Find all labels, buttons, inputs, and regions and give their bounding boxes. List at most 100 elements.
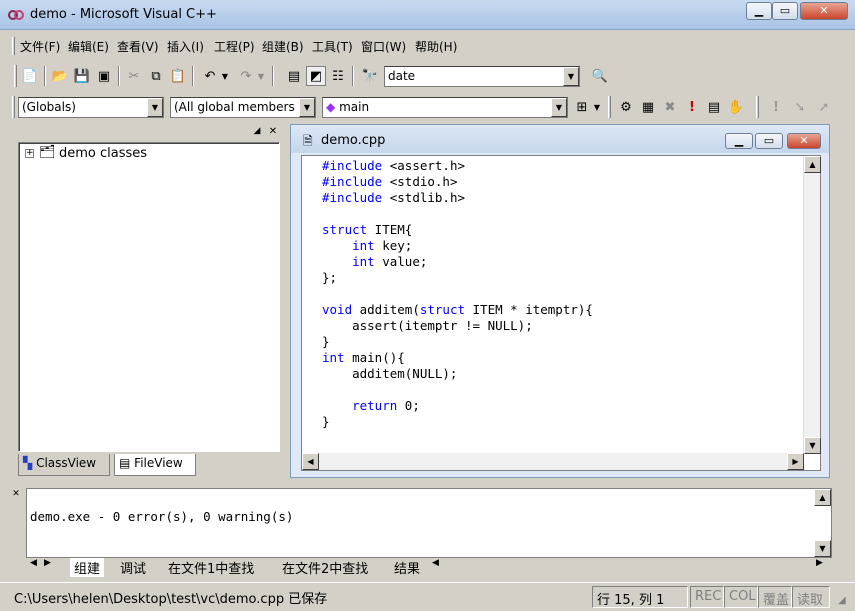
tab-results[interactable]: 结果 (394, 558, 420, 577)
wizard-action-icon[interactable]: ⊞ (572, 97, 592, 117)
code-line[interactable]: struct ITEM{ (322, 222, 593, 238)
close-button[interactable]: ✕ (800, 2, 848, 20)
code-text[interactable]: #include <assert.h> #include <stdio.h> #in… (322, 158, 593, 430)
find-combo[interactable]: date ▼ (384, 66, 580, 87)
chevron-down-icon[interactable]: ▼ (551, 98, 567, 117)
code-line[interactable] (322, 286, 593, 302)
menu-file[interactable]: 文件(F) (20, 38, 60, 55)
breakpoint-hand-icon[interactable]: ✋ (726, 97, 746, 117)
code-line[interactable] (322, 206, 593, 222)
code-line[interactable]: void additem(struct ITEM * itemptr){ (322, 302, 593, 318)
code-editor[interactable]: #include <assert.h> #include <stdio.h> #in… (301, 155, 821, 471)
code-line[interactable]: int main(){ (322, 350, 593, 366)
minimize-button[interactable]: ▁ (746, 2, 772, 20)
visual-cpp-app-icon[interactable] (8, 8, 24, 22)
menu-project[interactable]: 工程(P) (214, 38, 255, 55)
tab-find-in-files-1[interactable]: 在文件1中查找 (168, 558, 254, 577)
menu-insert[interactable]: 插入(I) (167, 38, 204, 55)
pane-close-icon[interactable]: ✕ (10, 488, 22, 500)
chevron-down-icon[interactable]: ▼ (299, 98, 315, 117)
code-line[interactable]: } (322, 334, 593, 350)
step-into-icon[interactable]: ➘ (790, 97, 810, 117)
chevron-down-icon[interactable]: ▼ (147, 98, 163, 117)
menu-view[interactable]: 查看(V) (117, 38, 159, 55)
output-text-area[interactable]: demo.exe - 0 error(s), 0 warning(s) ▲ ▼ (26, 488, 832, 558)
editor-restore-button[interactable]: ▭ (755, 133, 783, 149)
find-icon[interactable]: 🔍 (590, 66, 610, 86)
scroll-up-icon[interactable]: ▲ (814, 489, 831, 506)
toolbar-grip[interactable] (608, 96, 611, 118)
pane-restore-icon[interactable]: ◢ (250, 124, 264, 138)
save-icon[interactable]: 💾 (72, 66, 92, 86)
class-tree[interactable]: + 🗂 demo classes (18, 142, 280, 452)
tab-scroll-right-icon[interactable]: ▶ (44, 558, 51, 568)
pane-close-icon[interactable]: ✕ (266, 124, 280, 138)
scroll-right-icon[interactable]: ▶ (787, 453, 804, 470)
filter-combo[interactable]: (All global members ▼ (170, 97, 316, 118)
output-window-icon[interactable]: ◩ (306, 66, 326, 86)
editor-minimize-button[interactable]: ▁ (725, 133, 753, 149)
menu-help[interactable]: 帮助(H) (415, 38, 457, 55)
undo-icon[interactable]: ↶ (200, 66, 220, 86)
vertical-scrollbar[interactable]: ▲ ▼ (803, 156, 821, 454)
class-combo[interactable]: (Globals) ▼ (18, 97, 164, 118)
code-line[interactable]: } (322, 414, 593, 430)
scroll-left-icon[interactable]: ◀ (302, 453, 319, 470)
toolbar-grip[interactable] (12, 96, 15, 118)
tab-fileview[interactable]: ▤ FileView (114, 454, 196, 476)
scroll-left-icon[interactable]: ◀ (432, 558, 439, 568)
compile-icon[interactable]: ⚙ (616, 97, 636, 117)
code-line[interactable]: #include <assert.h> (322, 158, 593, 174)
build-icon[interactable]: ▦ (638, 97, 658, 117)
size-grip-icon[interactable]: ◢ (838, 595, 846, 606)
member-combo[interactable]: ◆ main ▼ (322, 97, 568, 118)
execute-icon[interactable]: ! (682, 97, 702, 117)
restore-button[interactable]: ▭ (772, 2, 798, 20)
tab-classview[interactable]: ▚ ClassView (18, 454, 110, 476)
code-line[interactable]: int key; (322, 238, 593, 254)
tab-debug[interactable]: 调试 (120, 558, 146, 577)
code-line[interactable]: }; (322, 270, 593, 286)
window-list-icon[interactable]: ☷ (328, 66, 348, 86)
debug-execute-icon[interactable]: ! (766, 97, 786, 117)
horizontal-scrollbar[interactable]: ◀ ▶ (302, 453, 804, 470)
wizard-dropdown-icon[interactable]: ▼ (592, 97, 602, 117)
tree-root-label[interactable]: demo classes (59, 146, 147, 161)
tab-scroll-left-icon[interactable]: ◀ (30, 558, 37, 568)
new-file-icon[interactable]: 📄 (20, 66, 40, 86)
redo-icon[interactable]: ↷ (236, 66, 256, 86)
step-over-icon[interactable]: ➚ (814, 97, 834, 117)
find-in-files-icon[interactable]: 🔭 (360, 66, 380, 86)
expand-icon[interactable]: + (25, 149, 34, 158)
toolbar-grip[interactable] (14, 65, 17, 87)
code-line[interactable]: additem(NULL); (322, 366, 593, 382)
chevron-down-icon[interactable]: ▼ (563, 67, 579, 86)
menu-window[interactable]: 窗口(W) (361, 38, 406, 55)
menu-build[interactable]: 组建(B) (262, 38, 304, 55)
stop-build-icon[interactable]: ✖ (660, 97, 680, 117)
menubar-grip[interactable] (12, 37, 15, 55)
workspace-window-icon[interactable]: ▤ (284, 66, 304, 86)
paste-icon[interactable]: 📋 (168, 66, 188, 86)
code-line[interactable] (322, 382, 593, 398)
undo-dropdown-icon[interactable]: ▼ (220, 66, 230, 86)
tab-find-in-files-2[interactable]: 在文件2中查找 (282, 558, 368, 577)
code-line[interactable]: int value; (322, 254, 593, 270)
scroll-down-icon[interactable]: ▼ (804, 437, 821, 454)
tab-build[interactable]: 组建 (70, 558, 105, 577)
menu-tools[interactable]: 工具(T) (312, 38, 353, 55)
redo-dropdown-icon[interactable]: ▼ (256, 66, 266, 86)
toolbar-grip[interactable] (756, 96, 759, 118)
menu-edit[interactable]: 编辑(E) (68, 38, 109, 55)
code-line[interactable]: assert(itemptr != NULL); (322, 318, 593, 334)
code-line[interactable]: return 0; (322, 398, 593, 414)
code-line[interactable]: #include <stdlib.h> (322, 190, 593, 206)
go-icon[interactable]: ▤ (704, 97, 724, 117)
code-line[interactable]: #include <stdio.h> (322, 174, 593, 190)
scroll-right-icon[interactable]: ▶ (816, 558, 823, 568)
copy-icon[interactable]: ⧉ (146, 66, 166, 86)
save-all-icon[interactable]: ▣ (94, 66, 114, 86)
scroll-down-icon[interactable]: ▼ (814, 540, 831, 557)
cut-icon[interactable]: ✂ (124, 66, 144, 86)
scroll-up-icon[interactable]: ▲ (804, 156, 821, 173)
